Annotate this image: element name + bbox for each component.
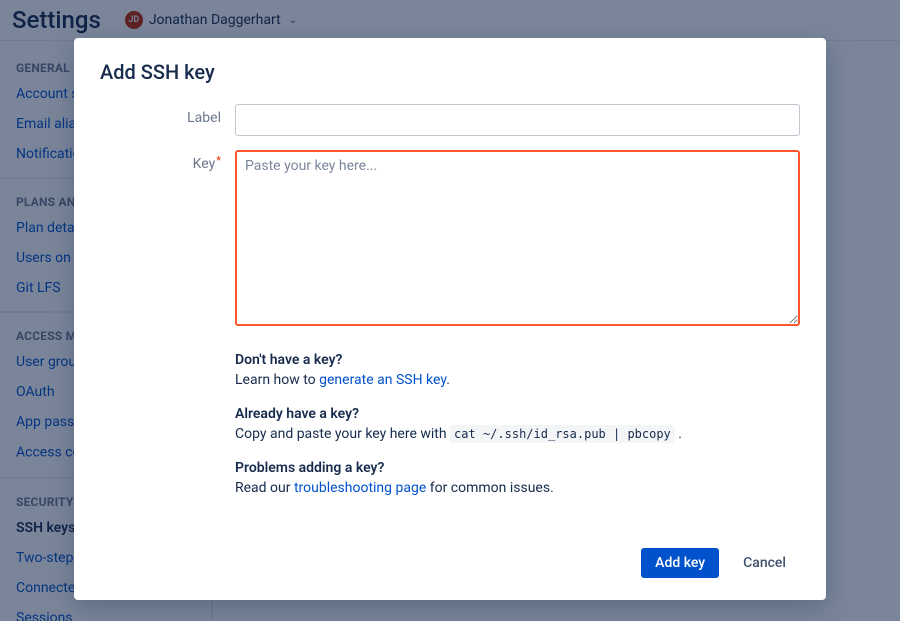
modal-footer: Add key Cancel bbox=[100, 548, 800, 578]
modal-title: Add SSH key bbox=[100, 60, 800, 84]
add-ssh-key-modal: Add SSH key Label Key* Don't have a key?… bbox=[74, 38, 826, 600]
key-textarea[interactable] bbox=[235, 150, 800, 326]
cancel-button[interactable]: Cancel bbox=[729, 548, 800, 578]
label-input[interactable] bbox=[235, 104, 800, 136]
add-key-button[interactable]: Add key bbox=[641, 548, 719, 578]
label-row: Label bbox=[100, 104, 800, 136]
problems-heading: Problems adding a key? bbox=[235, 460, 384, 476]
copy-key-command: cat ~/.ssh/id_rsa.pub | pbcopy bbox=[450, 425, 675, 443]
troubleshooting-link[interactable]: troubleshooting page bbox=[294, 480, 426, 496]
no-key-heading: Don't have a key? bbox=[235, 352, 342, 368]
key-row: Key* bbox=[100, 150, 800, 330]
key-field-label: Key* bbox=[100, 150, 235, 172]
have-key-heading: Already have a key? bbox=[235, 406, 359, 422]
help-block: Don't have a key? Learn how to generate … bbox=[235, 350, 800, 512]
required-asterisk: * bbox=[216, 154, 221, 167]
modal-overlay[interactable]: Add SSH key Label Key* Don't have a key?… bbox=[0, 0, 900, 621]
label-field-label: Label bbox=[100, 104, 235, 126]
generate-ssh-key-link[interactable]: generate an SSH key bbox=[319, 372, 446, 388]
